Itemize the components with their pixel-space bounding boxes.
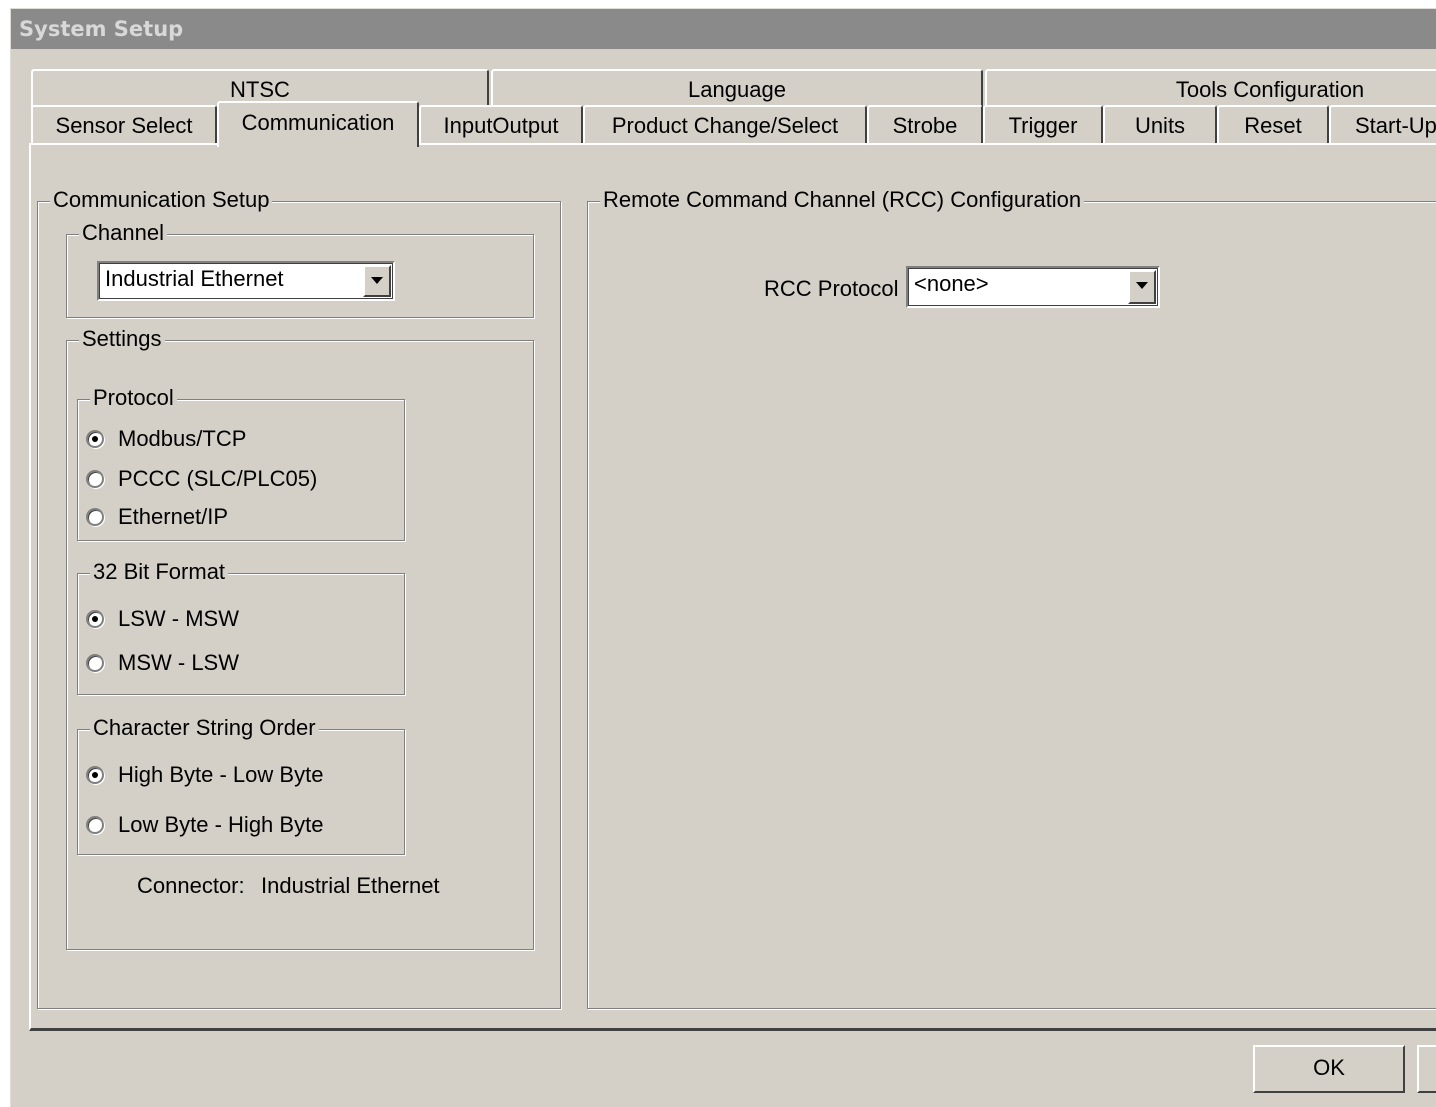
radio-checked-icon: [86, 430, 104, 448]
title-bar[interactable]: System Setup: [11, 9, 1436, 49]
radio-unchecked-icon: [86, 816, 104, 834]
radio-unchecked-icon: [86, 508, 104, 526]
protocol-option-modbus-tcp[interactable]: Modbus/TCP: [86, 426, 246, 452]
tab-label: InputOutput: [443, 113, 559, 138]
protocol-title: Protocol: [90, 385, 177, 411]
dropdown-arrow-button[interactable]: [1128, 270, 1156, 304]
connector-label: Connector:: [137, 873, 245, 898]
character-string-order-group: Character String Order High Byte - Low B…: [77, 715, 405, 855]
tab-label: Communication: [241, 110, 395, 135]
channel-group: Channel Industrial Ethernet: [66, 220, 534, 318]
tab-units[interactable]: Units: [1103, 105, 1217, 143]
communication-setup-group: Communication Setup Channel Industrial E…: [37, 187, 561, 1009]
tab-label: Tools Configuration: [1175, 77, 1365, 102]
channel-dropdown[interactable]: Industrial Ethernet: [97, 261, 395, 301]
tab-language[interactable]: Language: [491, 69, 983, 107]
tab-trigger[interactable]: Trigger: [983, 105, 1103, 143]
bit32-option-msw-lsw[interactable]: MSW - LSW: [86, 650, 239, 676]
chevron-down-icon: [371, 277, 383, 284]
bit32-option-lsw-msw[interactable]: LSW - MSW: [86, 606, 239, 632]
cancel-button[interactable]: [1417, 1045, 1436, 1093]
char-order-option-label: High Byte - Low Byte: [118, 762, 324, 787]
tab-label: Product Change/Select: [611, 113, 839, 138]
tab-label: Reset: [1244, 113, 1302, 138]
settings-group: Settings Protocol Modbus/TCP PCCC (SLC/P…: [66, 326, 534, 950]
char-order-option-high-low[interactable]: High Byte - Low Byte: [86, 762, 323, 788]
tab-product-change-select[interactable]: Product Change/Select: [583, 105, 867, 143]
protocol-option-label: PCCC (SLC/PLC05): [118, 466, 318, 491]
tab-inputoutput[interactable]: InputOutput: [419, 105, 583, 143]
rcc-protocol-label: RCC Protocol: [764, 276, 899, 301]
settings-title: Settings: [79, 326, 165, 352]
tab-start-up[interactable]: Start-Up: [1329, 105, 1436, 143]
radio-checked-icon: [86, 766, 104, 784]
tab-label: Strobe: [892, 113, 958, 138]
protocol-option-pccc[interactable]: PCCC (SLC/PLC05): [86, 466, 317, 492]
protocol-option-label: Modbus/TCP: [118, 426, 247, 451]
tab-label: Language: [688, 77, 786, 102]
char-order-option-low-high[interactable]: Low Byte - High Byte: [86, 812, 323, 838]
channel-title: Channel: [79, 220, 167, 246]
bit32-format-group: 32 Bit Format LSW - MSW MSW - LSW: [77, 559, 405, 695]
tab-label: Sensor Select: [55, 113, 193, 138]
tab-communication[interactable]: Communication: [217, 101, 419, 147]
tab-label: Trigger: [1008, 113, 1078, 138]
protocol-group: Protocol Modbus/TCP PCCC (SLC/PLC05) Eth…: [77, 385, 405, 541]
tab-sensor-select[interactable]: Sensor Select: [31, 105, 217, 143]
tab-reset[interactable]: Reset: [1217, 105, 1329, 143]
rcc-configuration-title: Remote Command Channel (RCC) Configurati…: [600, 187, 1085, 213]
connector-value: Industrial Ethernet: [261, 873, 440, 898]
tab-label: Units: [1134, 113, 1186, 138]
chevron-down-icon: [1136, 282, 1148, 289]
rcc-protocol-value: <none>: [914, 271, 989, 296]
character-string-order-title: Character String Order: [90, 715, 319, 741]
radio-unchecked-icon: [86, 654, 104, 672]
tab-tools-configuration[interactable]: Tools Configuration: [985, 69, 1436, 107]
window-title: System Setup: [19, 17, 184, 41]
dropdown-arrow-button[interactable]: [363, 265, 391, 297]
ok-button[interactable]: OK: [1253, 1045, 1405, 1093]
radio-checked-icon: [86, 610, 104, 628]
rcc-protocol-dropdown[interactable]: <none>: [906, 266, 1160, 308]
communication-tab-panel: Communication Setup Channel Industrial E…: [29, 143, 1436, 1031]
rcc-configuration-group: Remote Command Channel (RCC) Configurati…: [587, 187, 1436, 1009]
protocol-option-label: Ethernet/IP: [118, 504, 229, 529]
system-setup-dialog: System Setup NTSC Language Tools Configu…: [10, 8, 1436, 1107]
bit32-option-label: LSW - MSW: [118, 606, 239, 631]
bit32-option-label: MSW - LSW: [118, 650, 239, 675]
bit32-format-title: 32 Bit Format: [90, 559, 229, 585]
char-order-option-label: Low Byte - High Byte: [118, 812, 324, 837]
radio-unchecked-icon: [86, 470, 104, 488]
tab-strobe[interactable]: Strobe: [867, 105, 983, 143]
protocol-option-ethernet-ip[interactable]: Ethernet/IP: [86, 504, 228, 530]
communication-setup-title: Communication Setup: [50, 187, 273, 213]
channel-dropdown-value: Industrial Ethernet: [105, 266, 284, 291]
tab-label: Start-Up: [1355, 113, 1436, 138]
